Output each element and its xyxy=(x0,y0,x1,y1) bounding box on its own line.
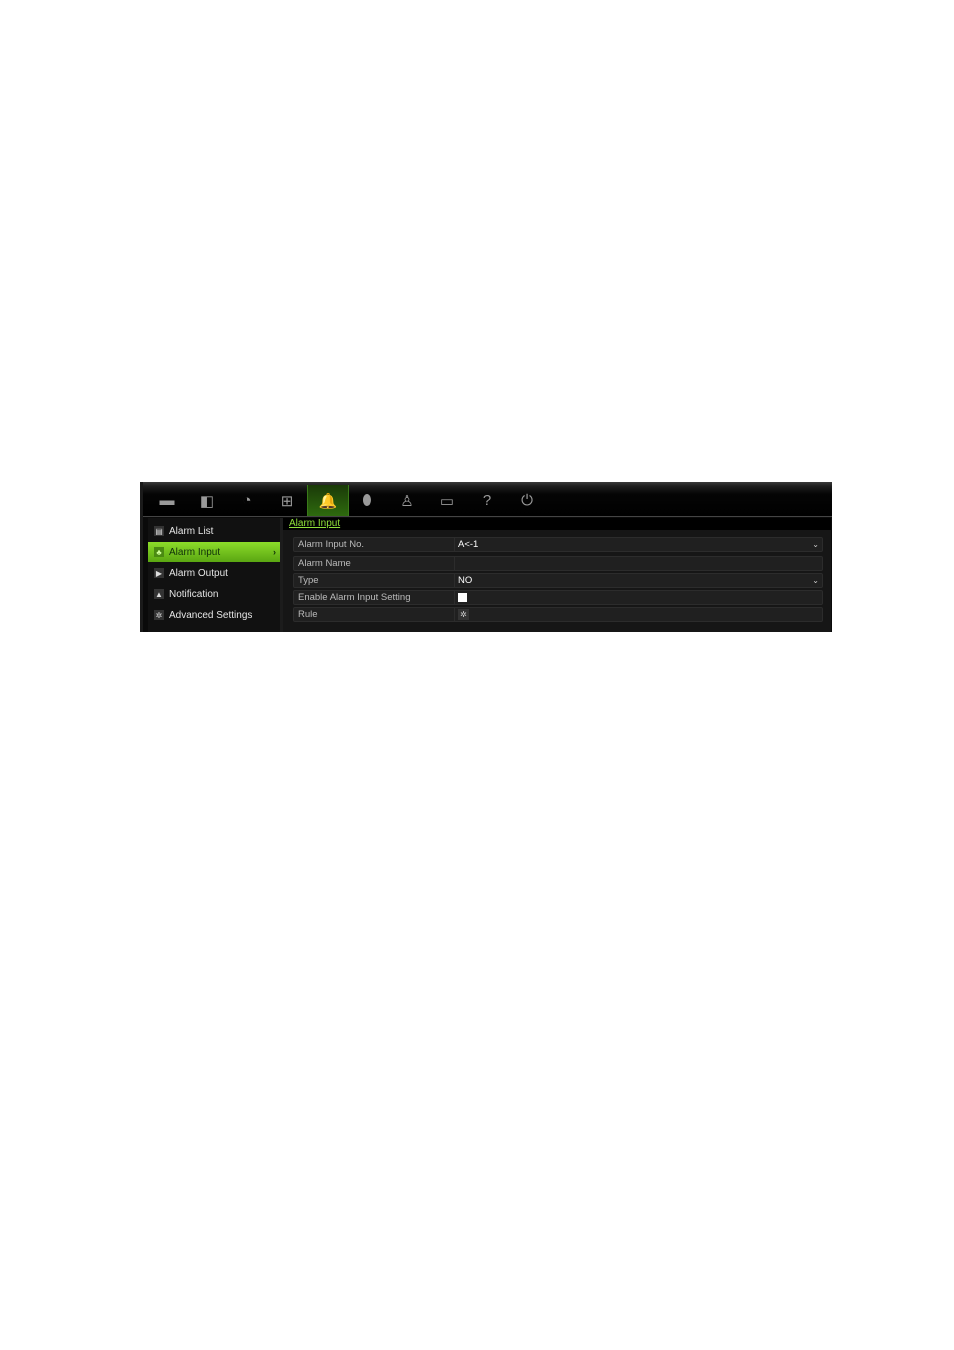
dvr-window: ▬ ◧ ◔ ⊞ 🔔 ⬮ ♙ ▭ ? ⏻ ▤ Alarm List ♣ Alarm… xyxy=(140,482,832,632)
help-icon[interactable]: ? xyxy=(467,485,507,516)
alarm-name-input[interactable] xyxy=(454,557,822,570)
network-icon[interactable]: ⊞ xyxy=(267,485,307,516)
alarm-input-no-row: Alarm Input No. A<-1 ⌄ xyxy=(293,537,823,552)
sidebar-item-notification[interactable]: ▲ Notification xyxy=(148,584,280,604)
warning-icon: ▲ xyxy=(154,589,164,599)
display-icon[interactable]: ▬ xyxy=(147,485,187,516)
alarm-input-no-select[interactable]: A<-1 ⌄ xyxy=(454,538,822,551)
device-icon[interactable]: ⬮ xyxy=(347,485,387,516)
alarm-list-icon: ▤ xyxy=(154,526,164,536)
title-bar: Alarm Input xyxy=(283,518,831,530)
rule-cell: ✲ xyxy=(454,608,822,621)
rule-row: Rule ✲ xyxy=(293,607,823,622)
sidebar-item-advanced-settings[interactable]: ✲ Advanced Settings xyxy=(148,605,280,625)
main-panel: Alarm Input Alarm Input No. A<-1 ⌄ Alarm… xyxy=(283,518,831,632)
field-label: Rule xyxy=(298,609,318,620)
type-select[interactable]: NO ⌄ xyxy=(454,574,822,587)
gear-icon: ✲ xyxy=(154,610,164,620)
sidebar-item-label: Alarm List xyxy=(169,525,214,537)
chevron-right-icon: › xyxy=(273,547,276,557)
sidebar: ▤ Alarm List ♣ Alarm Input › ▶ Alarm Out… xyxy=(148,518,283,632)
enable-cell xyxy=(454,591,822,604)
sidebar-item-label: Notification xyxy=(169,588,219,600)
select-value: NO xyxy=(458,575,473,586)
select-value: A<-1 xyxy=(458,539,479,550)
field-label: Enable Alarm Input Setting xyxy=(298,592,411,603)
field-label: Type xyxy=(298,575,319,586)
page-title: Alarm Input xyxy=(289,518,341,529)
sidebar-item-label: Alarm Output xyxy=(169,567,228,579)
alarm-output-icon: ▶ xyxy=(154,568,164,578)
alarm-name-row: Alarm Name xyxy=(293,556,823,571)
rule-settings-gear-icon[interactable]: ✲ xyxy=(458,609,469,620)
type-row: Type NO ⌄ xyxy=(293,573,823,588)
alarm-input-icon: ♣ xyxy=(154,547,164,557)
enable-checkbox[interactable] xyxy=(458,593,467,602)
field-label: Alarm Name xyxy=(298,558,351,569)
sidebar-item-alarm-list[interactable]: ▤ Alarm List xyxy=(148,521,280,541)
alarm-bell-icon[interactable]: 🔔 xyxy=(307,485,349,516)
sidebar-item-label: Advanced Settings xyxy=(169,609,253,621)
top-menu-bar: ▬ ◧ ◔ ⊞ 🔔 ⬮ ♙ ▭ ? ⏻ xyxy=(143,482,832,517)
camera-icon[interactable]: ◧ xyxy=(187,485,227,516)
user-icon[interactable]: ♙ xyxy=(387,485,427,516)
chevron-down-icon: ⌄ xyxy=(812,576,819,585)
hdd-icon[interactable]: ▭ xyxy=(427,485,467,516)
sidebar-item-alarm-input[interactable]: ♣ Alarm Input › xyxy=(148,542,280,562)
field-label: Alarm Input No. xyxy=(298,539,364,550)
sidebar-item-label: Alarm Input xyxy=(169,546,221,558)
enable-row: Enable Alarm Input Setting xyxy=(293,590,823,605)
chevron-down-icon: ⌄ xyxy=(812,540,819,549)
sidebar-item-alarm-output[interactable]: ▶ Alarm Output xyxy=(148,563,280,583)
power-icon[interactable]: ⏻ xyxy=(507,485,547,516)
record-gauge-icon[interactable]: ◔ xyxy=(227,485,267,516)
